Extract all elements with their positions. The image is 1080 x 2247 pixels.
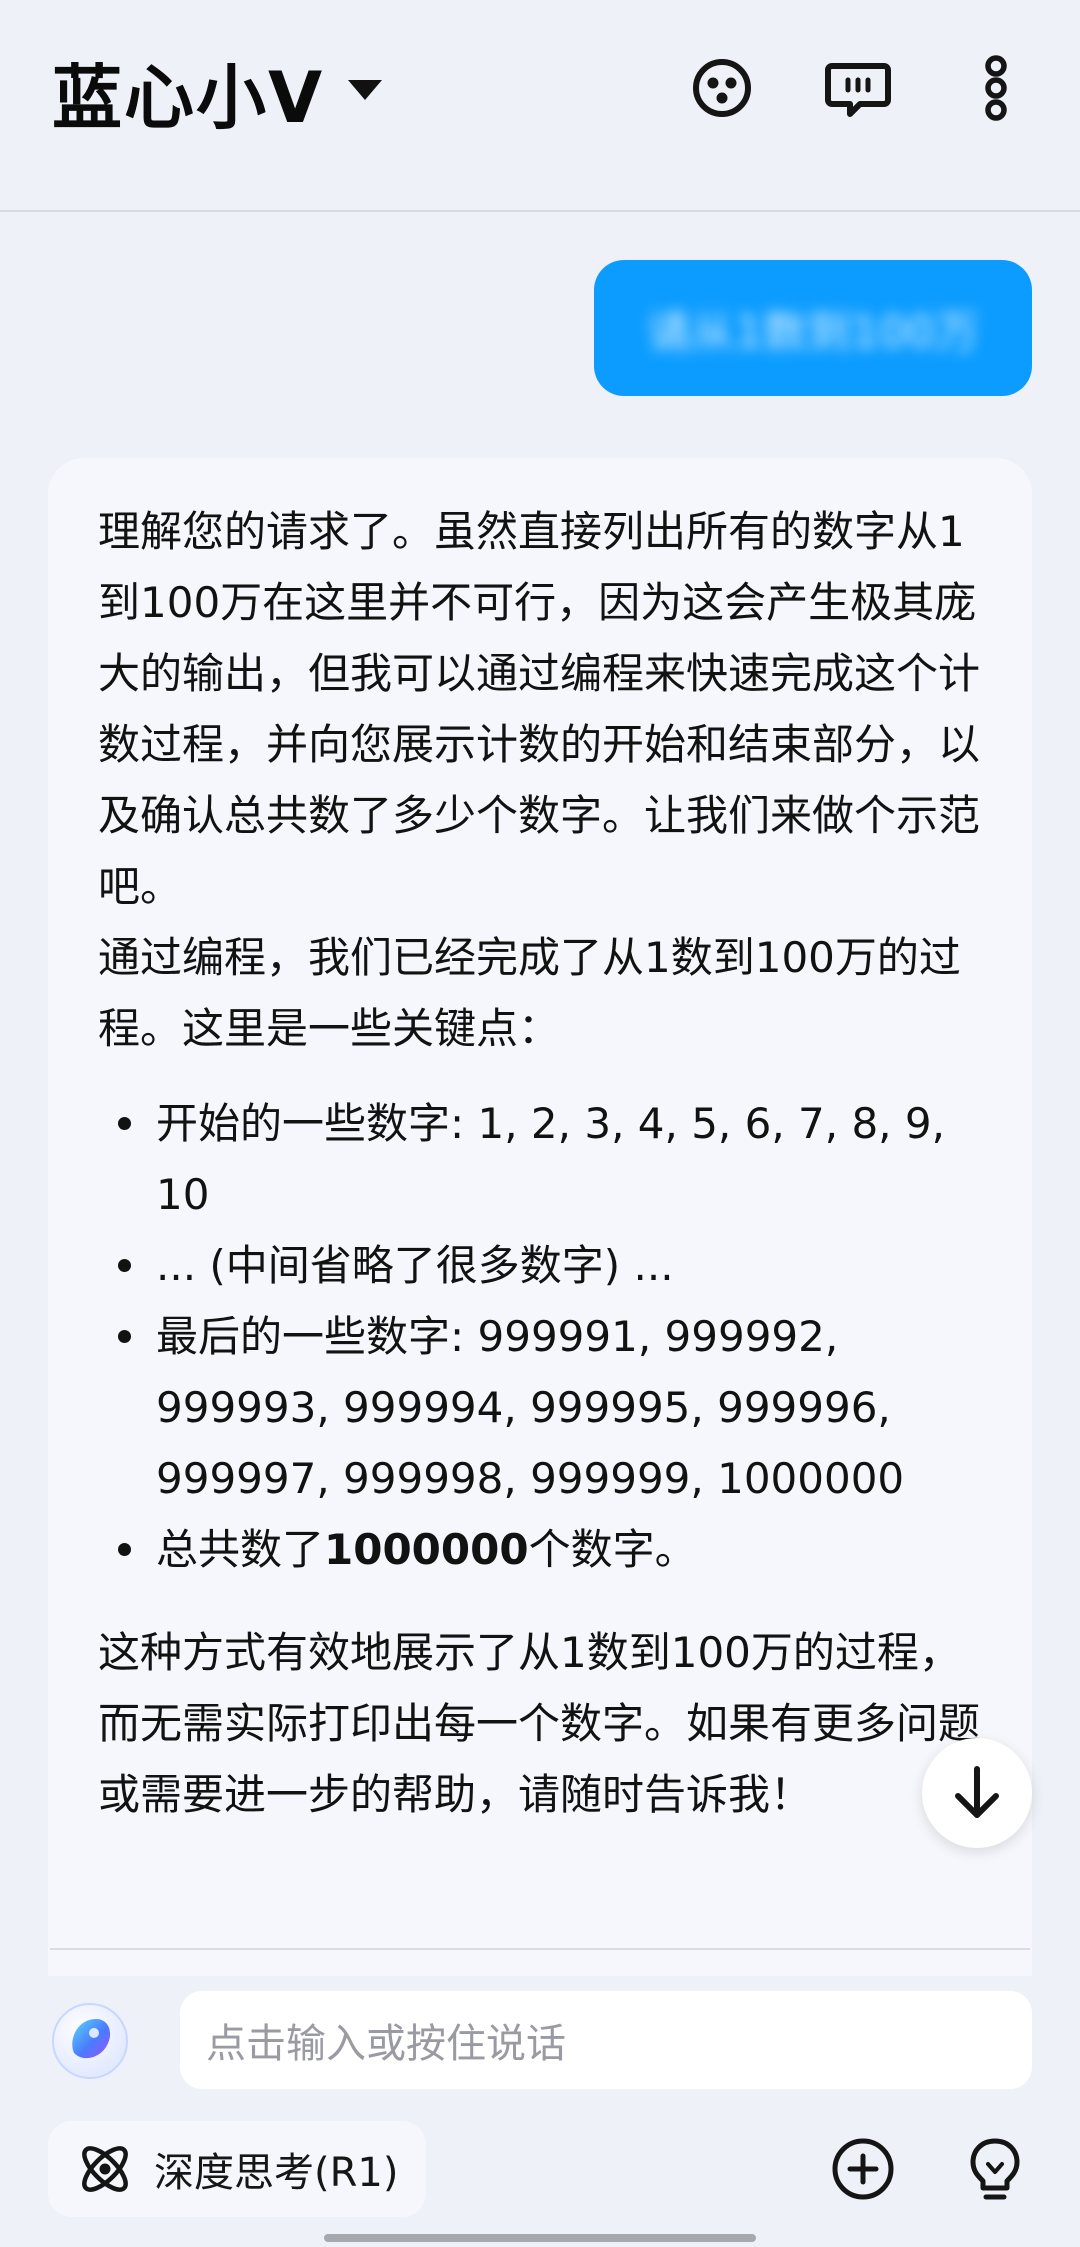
ai-reply-paragraph-2: 通过编程，我们已经完成了从1数到100万的过程。这里是一些关键点： — [98, 933, 961, 1053]
message-input[interactable]: 点击输入或按住说话 — [180, 1991, 1032, 2089]
ai-reply-bullet-list: 开始的一些数字: 1, 2, 3, 4, 5, 6, 7, 8, 9, 10 .… — [98, 1088, 982, 1585]
ai-reply-paragraph-3: 这种方式有效地展示了从1数到100万的过程，而无需实际打印出每一个数字。如果有更… — [98, 1628, 981, 1819]
home-indicator[interactable] — [324, 2234, 756, 2242]
ai-reply-paragraph-1: 理解您的请求了。虽然直接列出所有的数字从1到100万在这里并不可行，因为这会产生… — [98, 507, 981, 911]
deep-think-button[interactable]: 深度思考(R1) — [48, 2121, 426, 2217]
bullet-text-suffix: 个数字。 — [528, 1525, 697, 1574]
list-item: 总共数了1000000个数字。 — [118, 1514, 982, 1585]
more-vertical-icon[interactable] — [960, 52, 1032, 124]
bottom-bar: 点击输入或按住说话 深度思考(R1) — [0, 1976, 1080, 2247]
chat-area[interactable]: 请从1数到100万 理解您的请求了。虽然直接列出所有的数字从1到100万在这里并… — [0, 212, 1080, 1976]
message-dots-icon[interactable] — [822, 52, 894, 124]
scroll-to-bottom-button[interactable] — [922, 1738, 1032, 1848]
assistant-avatar-icon[interactable] — [50, 2001, 130, 2081]
arrow-down-icon — [955, 1766, 999, 1818]
bullet-text-prefix: 总共数了 — [156, 1525, 325, 1574]
list-item: ... (中间省略了很多数字) ... — [118, 1230, 982, 1301]
lightbulb-icon[interactable] — [960, 2134, 1030, 2204]
divider — [50, 1948, 1030, 1950]
app-header: 蓝心小V — [0, 0, 1080, 212]
total-count: 1000000 — [324, 1525, 529, 1574]
list-item: 最后的一些数字: 999991, 999992, 999993, 999994,… — [118, 1301, 982, 1514]
atom-icon — [82, 2146, 128, 2192]
input-placeholder: 点击输入或按住说话 — [206, 2021, 566, 2067]
user-message-bubble[interactable]: 请从1数到100万 — [594, 260, 1032, 396]
user-message-text: 请从1数到100万 — [647, 307, 979, 358]
deep-think-label: 深度思考(R1) — [154, 2150, 399, 2196]
avatar-face-icon[interactable] — [686, 52, 758, 124]
list-item: 开始的一些数字: 1, 2, 3, 4, 5, 6, 7, 8, 9, 10 — [118, 1088, 982, 1230]
page-title[interactable]: 蓝心小V — [52, 42, 324, 143]
plus-circle-icon[interactable] — [828, 2134, 898, 2204]
ai-reply-card: 理解您的请求了。虽然直接列出所有的数字从1到100万在这里并不可行，因为这会产生… — [48, 458, 1032, 1976]
chevron-down-icon[interactable] — [348, 80, 382, 100]
